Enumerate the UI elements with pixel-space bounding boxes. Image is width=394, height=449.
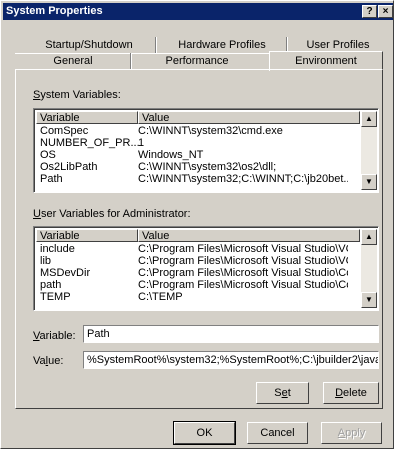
arrow-down-icon: ▼ [365,295,373,304]
delete-button[interactable]: Delete [323,382,379,404]
cell-variable: TEMP [40,292,71,303]
value-label: Value: [33,355,63,367]
tab-label: Environment [295,55,357,67]
label-text: t [287,387,291,399]
tab-label: Startup/Shutdown [45,39,133,51]
header-label: Variable [40,230,80,242]
tab-divider [130,53,132,69]
user-variables-label: User Variables for Administrator: [33,208,191,220]
tab-label: Hardware Profiles [178,39,266,51]
variable-label: Variable: [33,330,76,342]
cell-variable: include [40,244,75,255]
label-text: ariable: [39,330,76,342]
title-bar[interactable]: System Properties [3,3,393,20]
arrow-down-icon: ▼ [365,177,373,186]
label-text: Cancel [260,427,295,439]
cell-variable: Path [40,174,63,185]
value-field[interactable]: %SystemRoot%\system32;%SystemRoot%;C:\jb… [83,351,379,369]
cell-value: Windows_NT [138,150,204,161]
system-variables-scrollbar[interactable]: ▲ ▼ [361,111,377,190]
set-button[interactable]: Set [256,382,309,404]
hotkey: D [335,387,344,399]
cell-value: C:\Program Files\Microsoft Visual Studio… [138,268,348,279]
arrow-up-icon: ▲ [365,114,373,123]
user-variables-list[interactable]: Variable Value include C:\Program Files\… [33,226,379,311]
help-icon: ? [366,6,373,17]
tab-label: Performance [165,55,229,67]
header-label: Value [142,112,170,124]
scroll-down-button[interactable]: ▼ [361,174,377,190]
column-header-value[interactable]: Value [138,229,360,242]
apply-button[interactable]: Apply [321,422,382,444]
label-text: S [274,387,282,399]
column-header-variable[interactable]: Variable [36,229,138,242]
label-text: ser Variables for Administrator: [40,208,191,220]
help-button[interactable]: ? [362,5,377,18]
cell-value: C:\Program Files\Microsoft Visual Studio… [138,280,348,291]
cell-variable: MSDevDir [40,268,91,279]
label-text: Va [33,355,46,367]
arrow-up-icon: ▲ [365,232,373,241]
cell-value: C:\Program Files\Microsoft Visual Studio… [138,256,348,267]
cell-value: C:\Program Files\Microsoft Visual Studio… [138,244,348,255]
hotkey: U [33,208,41,220]
cell-variable: ComSpec [40,126,89,137]
field-value: Path [87,328,110,340]
cell-variable: NUMBER_OF_PR... [40,138,140,149]
cell-variable: Os2LibPath [40,162,98,173]
tab-label: General [53,55,93,67]
system-variables-list[interactable]: Variable Value ComSpec C:\WINNT\system32… [33,108,379,193]
system-properties-dialog: System Properties ? × Startup/Shutdown H… [0,0,394,449]
cell-value: C:\TEMP [138,292,183,303]
column-header-value[interactable]: Value [138,111,360,124]
cell-variable: OS [40,150,56,161]
hotkey: A [337,427,346,439]
tab-environment[interactable]: Environment [269,51,383,71]
header-label: Value [142,230,170,242]
close-icon: × [382,6,389,17]
field-value: %SystemRoot%\system32;%SystemRoot%;C:\jb… [87,354,379,366]
label-text: pply [345,427,366,439]
tab-label: User Profiles [306,39,370,51]
column-header-variable[interactable]: Variable [36,111,138,124]
label-text: OK [196,427,213,439]
label-text: ystem Variables: [40,89,121,101]
cell-value: 1 [138,138,145,149]
scroll-up-button[interactable]: ▲ [361,111,377,127]
cell-variable: path [40,280,62,291]
cell-value: C:\WINNT\system32;C:\WINNT;C:\jb20bet... [138,174,348,185]
user-variables-scrollbar[interactable]: ▲ ▼ [361,229,377,308]
system-variables-label: System Variables: [33,89,121,101]
cell-value: C:\WINNT\system32\cmd.exe [138,126,283,137]
cancel-button[interactable]: Cancel [247,422,308,444]
label-text: elete [343,387,367,399]
scroll-up-button[interactable]: ▲ [361,229,377,245]
close-button[interactable]: × [378,5,393,18]
scroll-down-button[interactable]: ▼ [361,292,377,308]
header-label: Variable [40,112,80,124]
label-text: ue: [48,355,64,367]
window-title: System Properties [6,5,103,17]
tab-divider [155,37,157,53]
cell-value: C:\WINNT\system32\os2\dll; [138,162,277,173]
cell-variable: lib [40,256,52,267]
ok-button[interactable]: OK [173,421,236,445]
variable-field[interactable]: Path [83,325,379,343]
